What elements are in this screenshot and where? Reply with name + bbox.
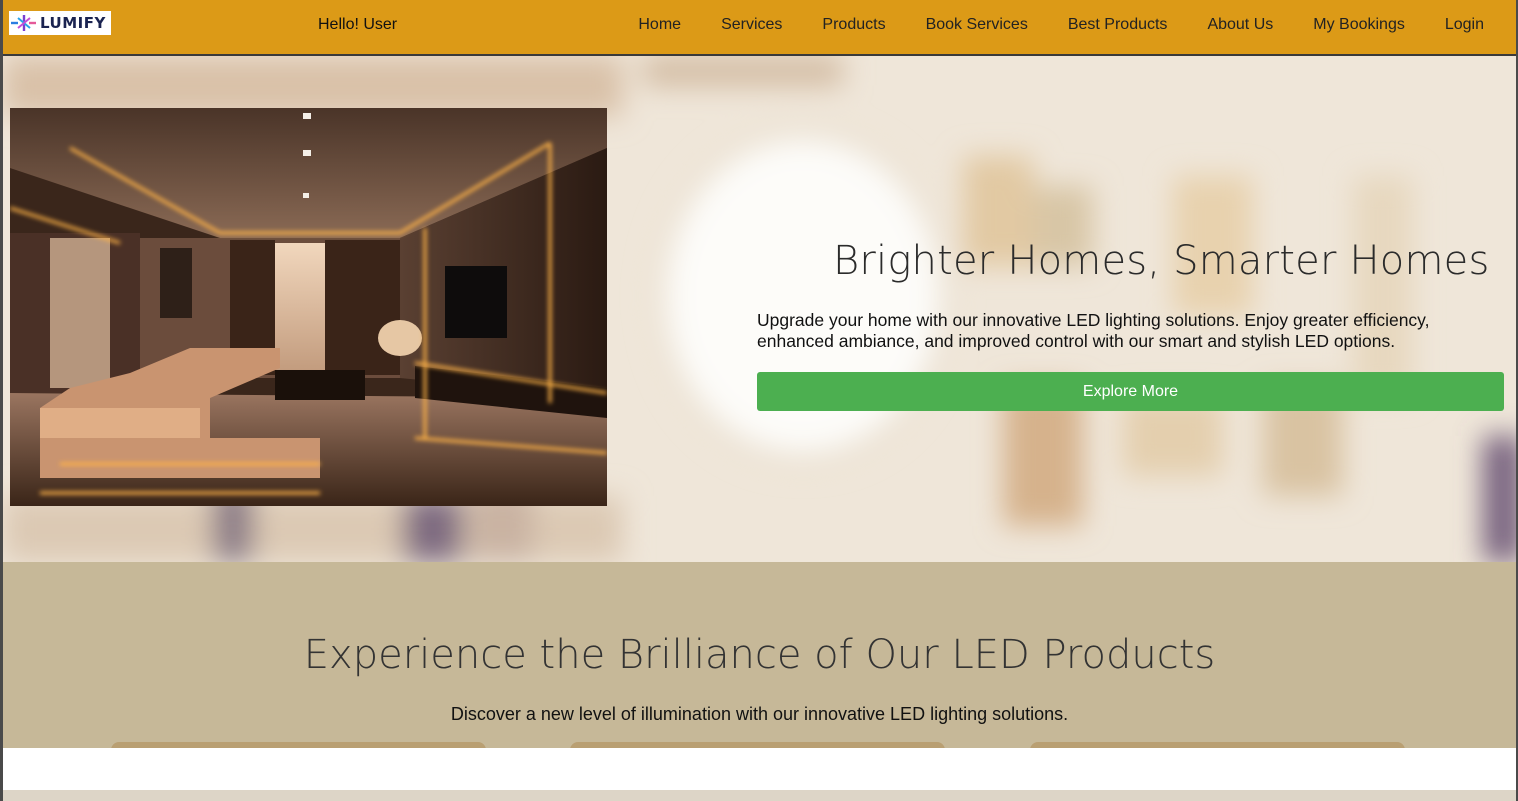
nav-link-best-products[interactable]: Best Products [1068,16,1168,34]
nav-link-about-us[interactable]: About Us [1207,16,1273,34]
products-title: Experience the Brilliance of Our LED Pro… [303,632,1216,678]
nav-link-my-bookings[interactable]: My Bookings [1313,16,1405,34]
sparkle-logo-icon [11,15,36,31]
hero-description: Upgrade your home with our innovative LE… [757,310,1430,351]
nav-link-login[interactable]: Login [1445,16,1484,34]
user-greeting: Hello! User [318,16,398,33]
hero-section: Brighter Homes, Smarter Homes Upgrade yo… [3,56,1516,562]
nav-link-products[interactable]: Products [822,16,885,34]
nav-link-home[interactable]: Home [638,16,681,34]
nav-link-services[interactable]: Services [721,16,782,34]
nav-links: Home Services Products Book Services Bes… [638,16,1516,34]
page-bottom-band [3,790,1516,801]
top-navbar: LUMIFY Hello! User Home Services Product… [3,0,1516,56]
hero-title: Brighter Homes, Smarter Homes [833,238,1490,284]
products-subtitle: Discover a new level of illumination wit… [450,704,1069,724]
nav-link-book-services[interactable]: Book Services [926,16,1028,34]
products-section: Experience the Brilliance of Our LED Pro… [3,562,1516,748]
page-white-strip [3,748,1516,790]
brand-logo[interactable]: LUMIFY [9,11,111,35]
explore-more-button[interactable]: Explore More [757,372,1504,411]
brand-name: LUMIFY [40,14,106,32]
living-room-led-photo [10,108,607,506]
